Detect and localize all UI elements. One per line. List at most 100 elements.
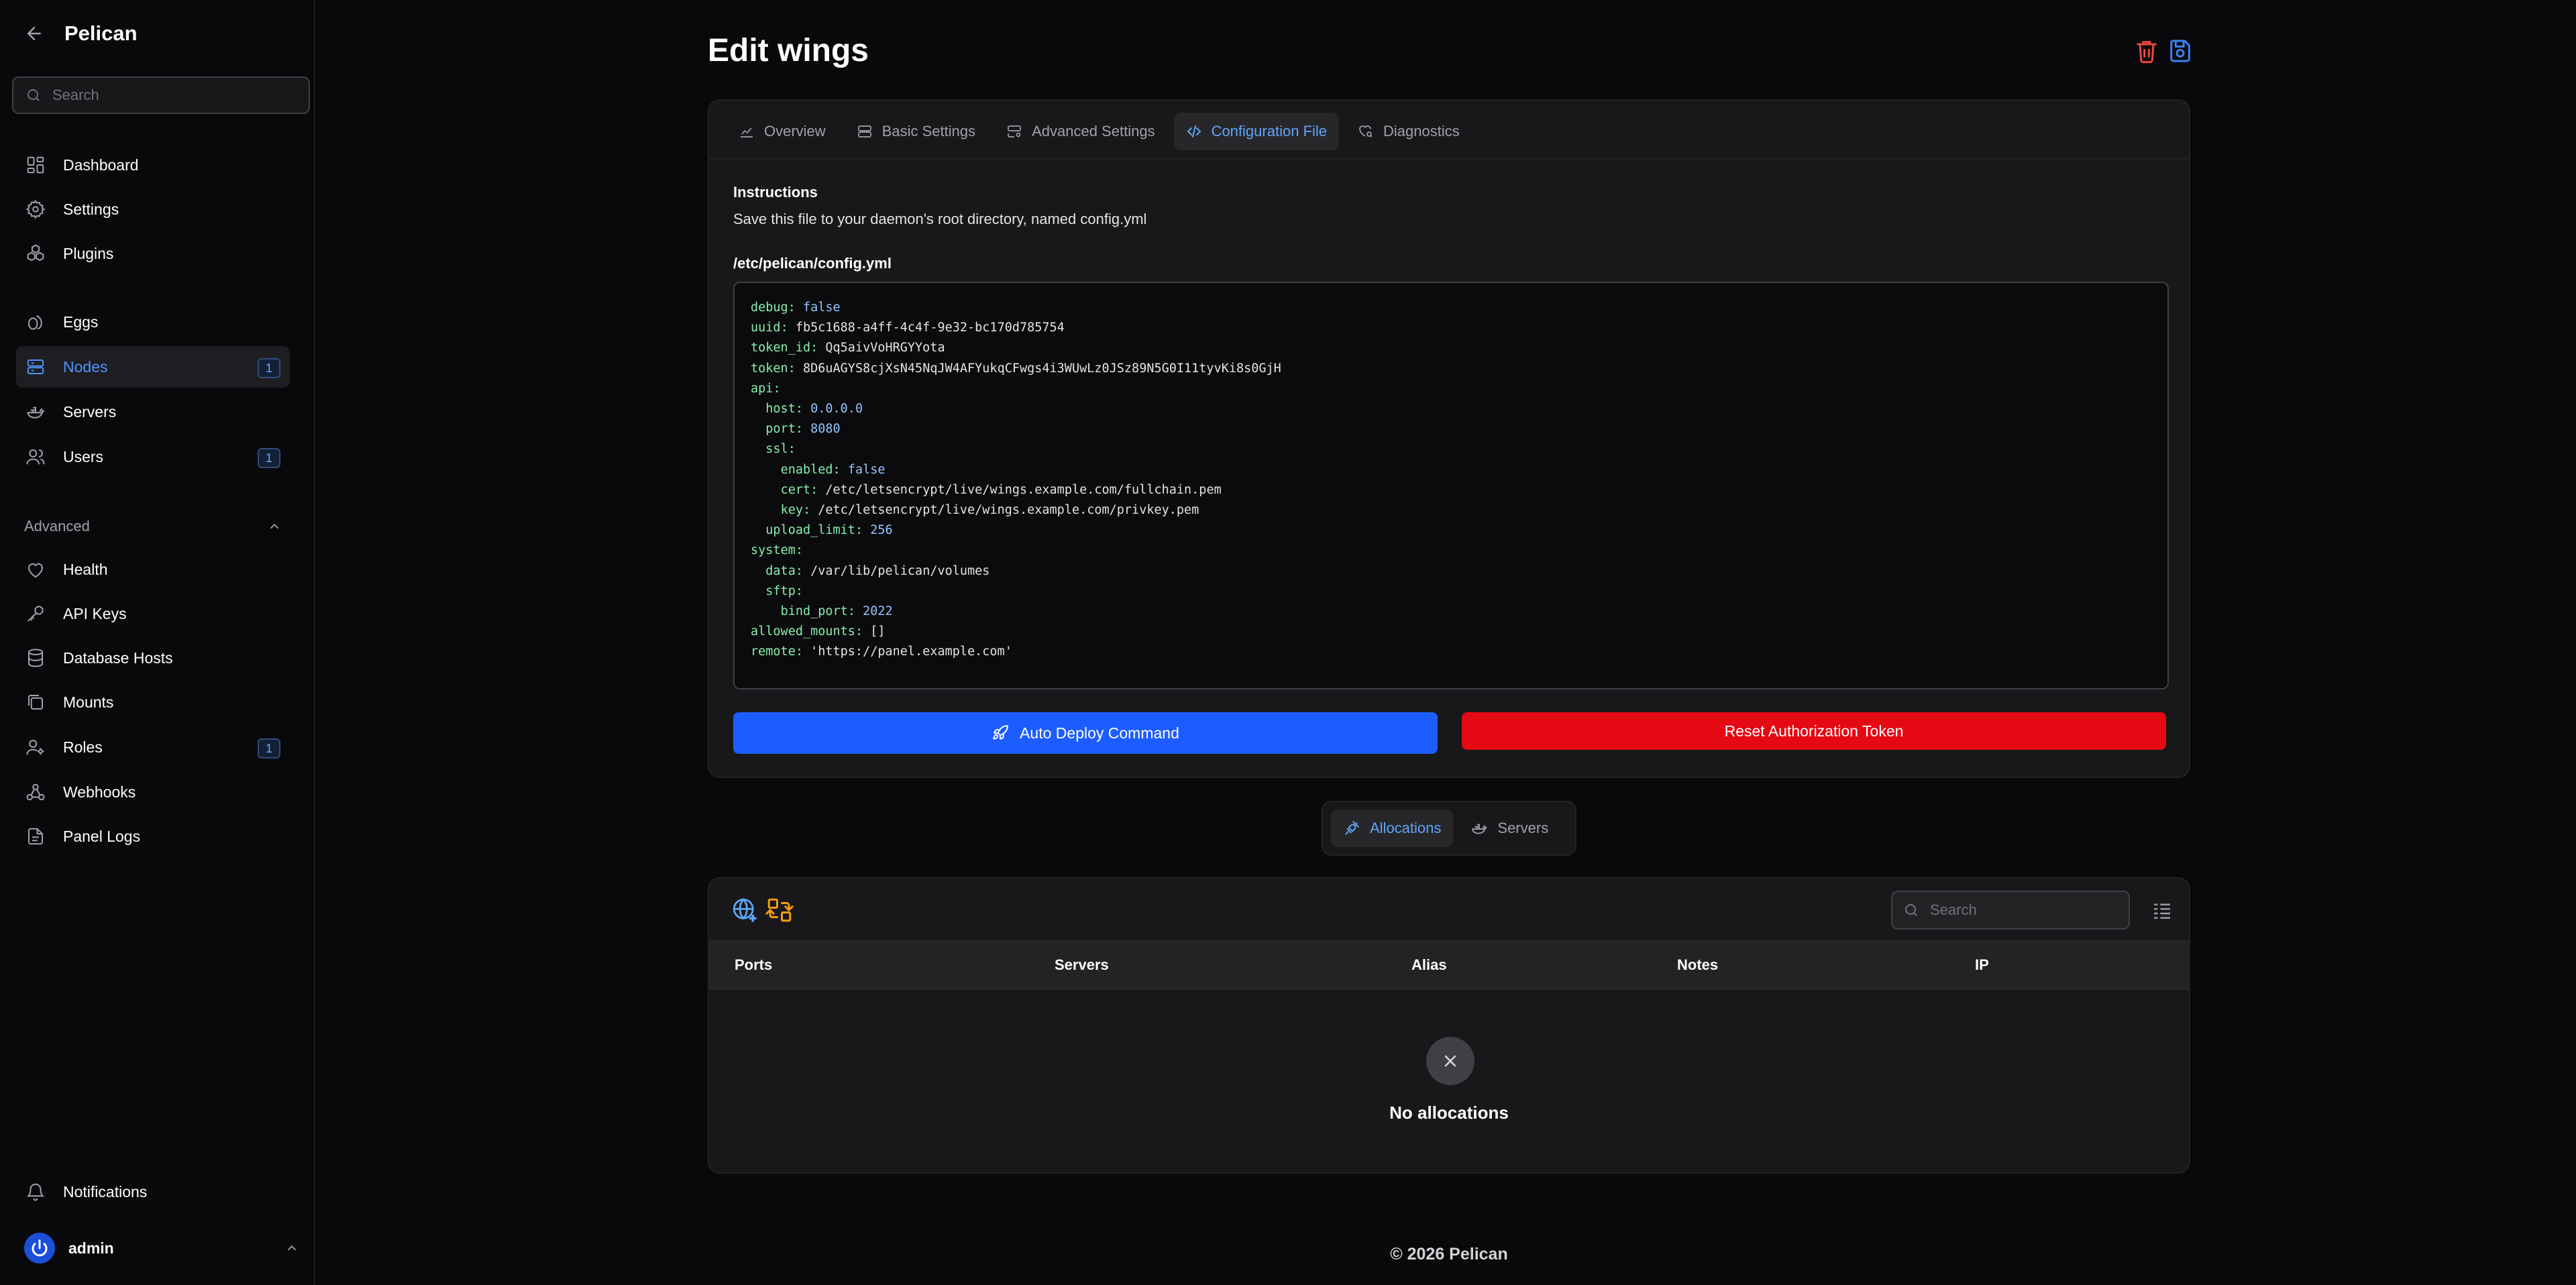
sidebar-item-webhooks[interactable]: Webhooks xyxy=(16,771,290,813)
code-line: api: xyxy=(751,379,2151,399)
sidebar-item-api-keys[interactable]: API Keys xyxy=(16,593,290,634)
heart-icon xyxy=(28,563,44,578)
config-code-block[interactable]: debug: false uuid: fb5c1688-a4ff-4c4f-9e3… xyxy=(733,282,2169,689)
code-line: sftp: xyxy=(751,581,2151,602)
code-key: ssl xyxy=(765,442,788,457)
code-colon: : xyxy=(780,321,788,335)
code-value: 'https://panel.example.com' xyxy=(810,645,1012,659)
reset-token-button[interactable]: Reset Authorization Token xyxy=(1462,712,2166,750)
sidebar-item-notifications[interactable]: Notifications xyxy=(16,1171,290,1213)
column-header-alias[interactable]: Alias xyxy=(1411,956,1447,974)
code-line: token_id: Qq5aivVoHRGYYota xyxy=(751,338,2151,358)
tab-basic-settings[interactable]: Basic Settings xyxy=(845,113,987,150)
code-line: bind_port: 2022 xyxy=(751,602,2151,622)
sidebar-item-health[interactable]: Health xyxy=(16,549,290,590)
code-value: /var/lib/pelican/volumes xyxy=(810,563,990,578)
sidebar-item-label: Health xyxy=(63,560,108,578)
sidebar-item-panel-logs[interactable]: Panel Logs xyxy=(16,816,290,857)
page-title: Edit wings xyxy=(708,33,869,68)
dashboard-icon xyxy=(27,156,44,174)
code-key: upload_limit xyxy=(765,523,855,538)
code-line: remote: 'https://panel.example.com' xyxy=(751,642,2151,662)
sidebar-item-eggs[interactable]: Eggs xyxy=(16,301,290,343)
save-icon[interactable] xyxy=(2167,38,2194,64)
table-search-input[interactable] xyxy=(1930,901,2118,919)
code-value: 256 xyxy=(870,523,893,538)
table-header: Ports Servers Alias Notes IP xyxy=(709,940,2189,990)
auto-deploy-button[interactable]: Auto Deploy Command xyxy=(733,712,1438,754)
search-icon xyxy=(1905,904,1917,916)
tab-servers[interactable]: Servers xyxy=(1458,809,1560,847)
code-line: key: /etc/letsencrypt/live/wings.example… xyxy=(751,500,2151,520)
sidebar-item-label: Notifications xyxy=(63,1182,148,1200)
code-key: key xyxy=(780,503,803,518)
code-colon: : xyxy=(795,563,803,578)
gear-icon xyxy=(25,199,46,219)
user-menu[interactable]: admin xyxy=(24,1231,299,1265)
code-line: system: xyxy=(751,541,2151,561)
sidebar-item-nodes[interactable]: Nodes 1 xyxy=(16,346,290,388)
column-header-ip[interactable]: IP xyxy=(1975,956,1989,974)
arrows-swap-icon[interactable] xyxy=(765,896,794,924)
relation-tabs: Allocations Servers xyxy=(1322,801,1576,856)
instructions-title: Instructions xyxy=(733,184,818,201)
config-card: Overview Basic Settings Advanced Setting… xyxy=(708,99,2190,778)
webhook-icon xyxy=(26,783,45,801)
globe-plus-icon[interactable] xyxy=(731,896,759,924)
group-label: Advanced xyxy=(24,518,90,535)
close-icon xyxy=(1444,1055,1456,1067)
sidebar-search-input[interactable] xyxy=(52,87,307,104)
code-icon xyxy=(1187,125,1201,137)
sidebar-item-plugins[interactable]: Plugins xyxy=(16,233,290,274)
code-colon: : xyxy=(855,523,863,538)
sidebar-item-users[interactable]: Users 1 xyxy=(16,436,290,478)
group-advanced-toggle[interactable]: Advanced xyxy=(24,515,282,538)
sidebar-item-label: Panel Logs xyxy=(63,827,141,845)
sidebar-item-database-hosts[interactable]: Database Hosts xyxy=(16,637,290,679)
code-line: debug: false xyxy=(751,298,2151,318)
code-value: 2022 xyxy=(863,604,893,619)
sidebar-item-label: Database Hosts xyxy=(63,649,173,667)
sidebar-item-label: Roles xyxy=(63,738,103,756)
trash-icon[interactable] xyxy=(2133,38,2160,64)
code-key: bind_port xyxy=(780,604,848,619)
sidebar-item-label: Servers xyxy=(63,402,117,421)
code-key: token_id xyxy=(751,341,811,355)
code-colon: : xyxy=(847,604,855,619)
instructions-text: Save this file to your daemon's root dir… xyxy=(733,211,1147,227)
bell-icon xyxy=(26,1183,45,1201)
column-header-servers[interactable]: Servers xyxy=(1055,956,1109,974)
code-value: Qq5aivVoHRGYYota xyxy=(825,341,945,355)
code-colon: : xyxy=(773,381,781,396)
arrow-left-icon[interactable] xyxy=(24,23,44,44)
column-header-ports[interactable]: Ports xyxy=(735,956,772,974)
sidebar-item-label: Plugins xyxy=(63,244,114,262)
file-text-icon xyxy=(28,828,43,845)
code-line: token: 8D6uAGYS8cjXsN45NqJW4AFYukqCFwgs4… xyxy=(751,359,2151,379)
sidebar-item-settings[interactable]: Settings xyxy=(16,188,290,230)
sidebar-item-mounts[interactable]: Mounts xyxy=(16,681,290,723)
server-icon xyxy=(857,125,871,137)
column-header-notes[interactable]: Notes xyxy=(1677,956,1718,974)
tab-diagnostics[interactable]: Diagnostics xyxy=(1346,113,1472,150)
code-value: /etc/letsencrypt/live/wings.example.com/… xyxy=(825,482,1222,497)
sidebar-item-roles[interactable]: Roles 1 xyxy=(16,726,290,768)
sidebar-item-servers[interactable]: Servers xyxy=(16,391,290,433)
code-value: 8D6uAGYS8cjXsN45NqJW4AFYukqCFwgs4i3WUwLz… xyxy=(802,361,1281,376)
code-colon: : xyxy=(810,341,818,355)
code-key: uuid xyxy=(751,321,781,335)
tab-advanced-settings[interactable]: Advanced Settings xyxy=(994,113,1167,150)
tab-configuration-file[interactable]: Configuration File xyxy=(1173,113,1339,150)
sidebar-item-label: Mounts xyxy=(63,693,114,711)
code-key: system xyxy=(751,543,796,558)
sidebar-search[interactable] xyxy=(12,76,310,114)
table-search[interactable] xyxy=(1891,891,2130,930)
code-key: api xyxy=(751,381,773,396)
columns-icon[interactable] xyxy=(2151,900,2173,921)
tab-allocations[interactable]: Allocations xyxy=(1331,809,1454,847)
code-key: sftp xyxy=(765,583,796,598)
sidebar-item-dashboard[interactable]: Dashboard xyxy=(16,144,290,186)
whale-icon xyxy=(27,406,45,418)
code-value: [] xyxy=(870,624,885,639)
tab-overview[interactable]: Overview xyxy=(727,113,838,150)
